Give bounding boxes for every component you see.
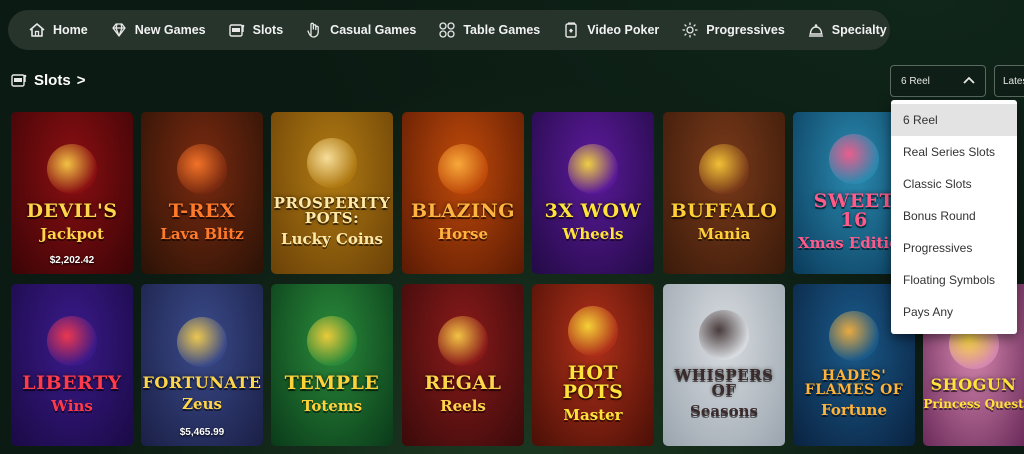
hand-icon (305, 21, 323, 39)
game-title: Regal (424, 371, 502, 394)
game-tile[interactable]: Whispers of Seasons (663, 284, 785, 446)
chips-icon (438, 21, 456, 39)
nav-label-specialty: Specialty (831, 23, 887, 37)
sort-select-value: Lates (1003, 75, 1024, 87)
game-tile[interactable]: Prosperity Pots: Lucky Coins (271, 112, 393, 274)
game-subtitle: Lucky Coins (281, 230, 383, 248)
nav-label-home: Home (53, 23, 88, 37)
game-title: Temple (284, 371, 380, 394)
slot-machine-icon (228, 21, 246, 39)
nav-item-progressives[interactable]: Progressives (675, 10, 801, 50)
game-subtitle: Fortune (820, 401, 888, 419)
game-tile[interactable]: Buffalo Mania (663, 112, 785, 274)
game-subtitle: Totems (301, 396, 363, 415)
game-art (829, 134, 879, 184)
menu-item-6-reel[interactable]: 6 Reel (891, 104, 1017, 136)
game-title: Prosperity Pots: (273, 194, 391, 227)
sort-select[interactable]: Lates (994, 65, 1024, 97)
nav-item-home[interactable]: Home (22, 10, 104, 50)
game-subtitle: Reels (440, 396, 486, 415)
cards-icon (562, 21, 580, 39)
game-art (307, 315, 357, 366)
game-art (307, 138, 357, 188)
game-tile[interactable]: Devil's Jackpot $2,202.42 (11, 112, 133, 274)
game-tile[interactable]: Regal Reels (402, 284, 524, 446)
cloche-icon (807, 21, 825, 39)
game-art (699, 143, 749, 194)
menu-item-floating-symbols[interactable]: Floating Symbols (891, 264, 1017, 296)
nav-label-casual-games: Casual Games (330, 23, 417, 37)
game-subtitle: Wheels (562, 224, 624, 243)
game-subtitle: Mania (697, 224, 751, 243)
game-tile[interactable]: 3x Wow Wheels (532, 112, 654, 274)
house-icon (28, 21, 46, 39)
game-art (438, 143, 488, 194)
nav-item-table-games[interactable]: Table Games (432, 10, 556, 50)
game-subtitle: Horse (437, 224, 489, 243)
nav-label-new-games: New Games (134, 23, 206, 37)
game-art (699, 310, 749, 360)
game-art (438, 315, 488, 366)
game-tile[interactable]: Fortunate Zeus $5,465.99 (141, 284, 263, 446)
game-title: T-Rex (168, 199, 236, 222)
game-title: Whispers of (674, 366, 774, 399)
slot-machine-icon (10, 71, 28, 89)
reel-filter-select[interactable]: 6 Reel (890, 65, 986, 97)
game-subtitle: Lava Blitz (160, 224, 244, 243)
menu-item-bonus-round[interactable]: Bonus Round (891, 200, 1017, 232)
game-tile[interactable]: Blazing Horse (402, 112, 524, 274)
section-header-slots[interactable]: Slots > (10, 68, 85, 92)
game-tile[interactable]: Liberty Wins (11, 284, 133, 446)
game-title: Hot Pots (562, 362, 624, 403)
game-title: Shogun (930, 375, 1017, 394)
game-subtitle: Seasons (690, 402, 758, 420)
reel-filter-value: 6 Reel (901, 75, 930, 87)
game-subtitle: Jackpot (40, 224, 104, 243)
game-subtitle: Zeus (182, 395, 222, 413)
nav-item-video-poker[interactable]: Video Poker (556, 10, 675, 50)
chevron-right-icon: > (76, 71, 86, 89)
nav-label-table-games: Table Games (463, 23, 541, 37)
game-tile[interactable]: T-Rex Lava Blitz (141, 112, 263, 274)
game-art (177, 317, 227, 367)
page-title: Slots (34, 71, 71, 89)
nav-item-slots[interactable]: Slots (222, 10, 300, 50)
game-title: Devil's (26, 199, 118, 222)
nav-item-specialty[interactable]: Specialty (801, 10, 903, 50)
chevron-up-icon (963, 76, 975, 87)
sparkle-icon (681, 21, 699, 39)
menu-item-progressives[interactable]: Progressives (891, 232, 1017, 264)
menu-item-pays-any[interactable]: Pays Any (891, 296, 1017, 328)
game-title: Hades' Flames of (804, 368, 904, 398)
game-tile[interactable]: Hot Pots Master (532, 284, 654, 446)
nav-label-slots: Slots (252, 23, 284, 37)
game-title: Liberty (22, 371, 122, 394)
game-subtitle: Master (563, 406, 623, 424)
game-title: Buffalo (670, 199, 778, 222)
top-navigation: Home New Games Slots Casual Games Table … (8, 10, 890, 50)
nav-label-video-poker: Video Poker (587, 23, 660, 37)
game-art (829, 311, 879, 361)
nav-item-new-games[interactable]: New Games (104, 10, 222, 50)
game-title: Blazing (410, 199, 515, 222)
game-art (568, 143, 618, 194)
menu-item-real-series-slots[interactable]: Real Series Slots (891, 136, 1017, 168)
game-subtitle: Princess Quest (923, 397, 1024, 411)
nav-item-casual-games[interactable]: Casual Games (299, 10, 432, 50)
game-art (47, 143, 97, 194)
game-art (47, 315, 97, 366)
menu-item-classic-slots[interactable]: Classic Slots (891, 168, 1017, 200)
jackpot-amount: $2,202.42 (49, 255, 95, 266)
game-title: Fortunate (142, 373, 262, 392)
game-title: 3x Wow (544, 199, 642, 222)
game-art (568, 306, 618, 356)
reel-filter-menu: 6 Reel Real Series Slots Classic Slots B… (891, 100, 1017, 334)
jackpot-amount: $5,465.99 (179, 427, 225, 438)
game-art (177, 143, 227, 194)
nav-label-progressives: Progressives (706, 23, 785, 37)
game-tile[interactable]: Temple Totems (271, 284, 393, 446)
diamond-icon (110, 21, 128, 39)
game-subtitle: Wins (51, 396, 93, 415)
